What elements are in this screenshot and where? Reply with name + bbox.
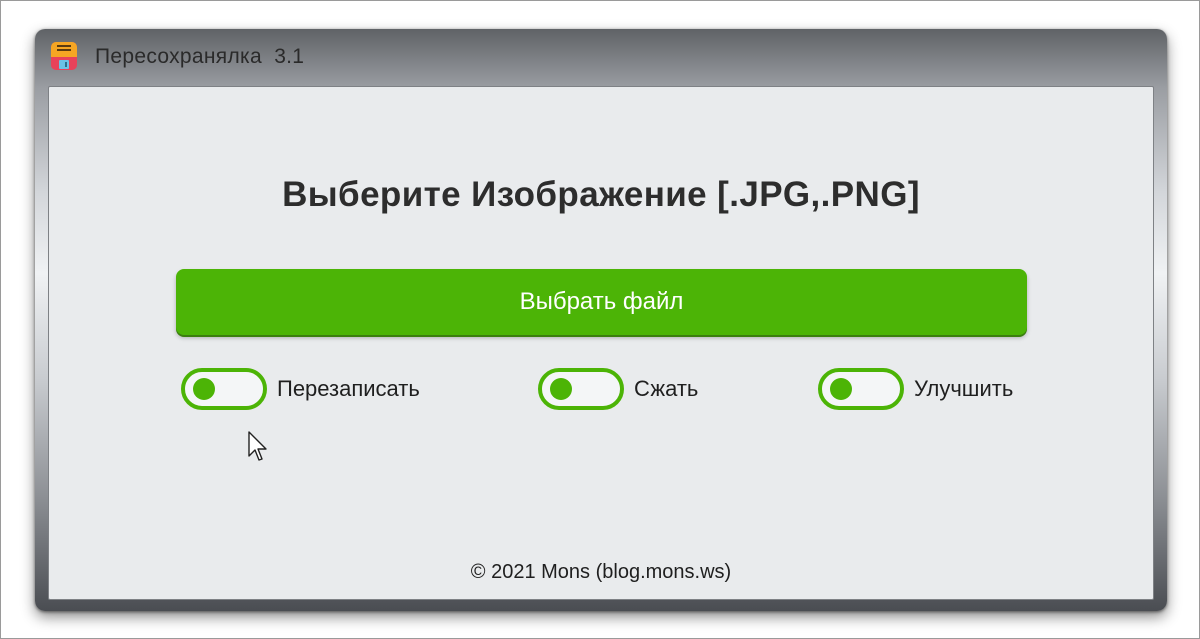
toggle-overwrite[interactable]: Перезаписать xyxy=(181,367,420,411)
main-panel: Выберите Изображение [.JPG,.PNG] Выбрать… xyxy=(48,86,1154,600)
app-window: Пересохранялка 3.1 Выберите Изображение … xyxy=(35,29,1167,611)
mouse-pointer-icon xyxy=(248,431,267,461)
overwrite-label: Перезаписать xyxy=(277,376,420,401)
floppy-disk-icon xyxy=(51,42,77,70)
window-title: Пересохранялка 3.1 xyxy=(95,45,305,68)
compress-switch[interactable] xyxy=(538,368,624,410)
toggle-enhance[interactable]: Улучшить xyxy=(818,367,1013,411)
switch-knob xyxy=(193,378,215,400)
screenshot-frame: Пересохранялка 3.1 Выберите Изображение … xyxy=(0,0,1200,639)
copyright-footer: © 2021 Mons (blog.mons.ws) xyxy=(470,561,732,583)
compress-label: Сжать xyxy=(634,376,699,401)
choose-file-button[interactable]: Выбрать файл xyxy=(176,269,1027,335)
switch-knob xyxy=(550,378,572,400)
enhance-switch[interactable] xyxy=(818,368,904,410)
switch-knob xyxy=(830,378,852,400)
overwrite-switch[interactable] xyxy=(181,368,267,410)
page-title: Выберите Изображение [.JPG,.PNG] xyxy=(282,175,920,214)
title-bar[interactable]: Пересохранялка 3.1 xyxy=(35,29,1167,85)
enhance-label: Улучшить xyxy=(914,376,1014,401)
toggle-compress[interactable]: Сжать xyxy=(538,367,698,411)
